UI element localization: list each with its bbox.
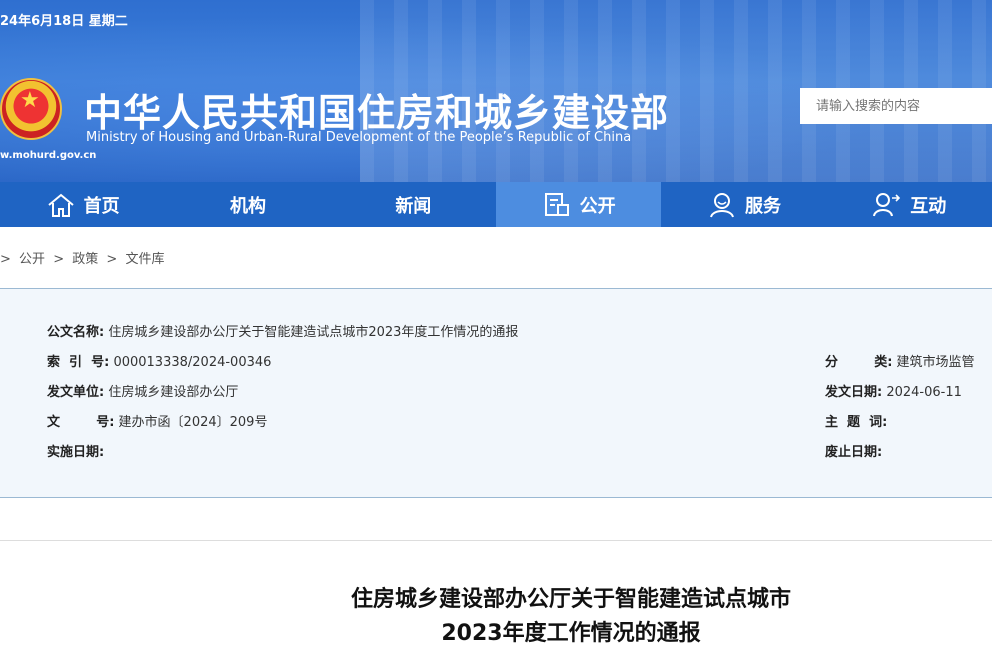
nav-item-home[interactable]: 首页	[0, 182, 165, 227]
site-header: 24年6月18日 星期二 ★ 中华人民共和国住房和城乡建设部 Ministry …	[0, 0, 992, 182]
nav-label-interact: 互动	[910, 195, 947, 217]
search-input[interactable]	[800, 88, 992, 124]
nav-item-service[interactable]: 服务	[661, 182, 826, 227]
nav-label-service: 服务	[744, 195, 781, 217]
breadcrumb-sep: >	[53, 252, 65, 267]
breadcrumb-item-public[interactable]: 公开	[19, 252, 45, 267]
info-label-impl: 实施日期:	[47, 445, 105, 460]
breadcrumb-item-policy[interactable]: 政策	[72, 252, 98, 267]
info-label-expire: 废止日期:	[825, 445, 883, 460]
nav-label-public: 公开	[579, 195, 616, 217]
national-emblem-icon[interactable]: ★	[0, 78, 62, 140]
info-row-unit: 发文单位: 住房城乡建设部办公厅	[47, 381, 238, 400]
current-date: 24年6月18日 星期二	[0, 14, 128, 29]
info-label-subject: 主 题 词:	[825, 415, 888, 430]
info-label-unit: 发文单位:	[47, 385, 105, 400]
info-label-category: 分 类:	[825, 355, 893, 370]
document-title-line2: 2023年度工作情况的通报	[441, 621, 701, 646]
info-label-name: 公文名称:	[47, 325, 105, 340]
home-icon	[48, 193, 74, 217]
info-value-date: 2024-06-11	[886, 385, 962, 400]
info-row-expire: 废止日期:	[825, 441, 882, 460]
document-info-panel: 公文名称: 住房城乡建设部办公厅关于智能建造试点城市2023年度工作情况的通报 …	[0, 288, 992, 498]
info-label-date: 发文日期:	[825, 385, 883, 400]
info-row-date: 发文日期: 2024-06-11	[825, 381, 962, 400]
info-row-impl: 实施日期:	[47, 441, 104, 460]
content-divider	[0, 540, 992, 541]
document-title-line1: 住房城乡建设部办公厅关于智能建造试点城市	[350, 587, 791, 612]
info-row-category: 分 类: 建筑市场监管	[825, 351, 975, 370]
info-value-index: 000013338/2024-00346	[113, 355, 272, 370]
nav-item-interact[interactable]: 互动	[827, 182, 992, 227]
nav-item-news[interactable]: 新闻	[331, 182, 496, 227]
info-row-index: 索 引 号: 000013338/2024-00346	[47, 351, 271, 370]
info-label-index: 索 引 号:	[47, 355, 110, 370]
info-value-unit: 住房城乡建设部办公厅	[108, 385, 239, 400]
nav-item-public[interactable]: 公开	[495, 182, 662, 227]
info-row-subject: 主 题 词:	[825, 411, 887, 430]
nav-label-organization: 机构	[229, 195, 266, 217]
nav-label-news: 新闻	[395, 195, 432, 217]
info-value-docno: 建办市函〔2024〕209号	[118, 415, 268, 430]
info-row-name: 公文名称: 住房城乡建设部办公厅关于智能建造试点城市2023年度工作情况的通报	[47, 321, 518, 340]
breadcrumb-sep: >	[106, 252, 118, 267]
nav-item-organization[interactable]: 机构	[165, 182, 330, 227]
site-url: w.mohurd.gov.cn	[0, 150, 97, 161]
breadcrumb-sep: >	[0, 252, 11, 267]
document-icon	[544, 192, 569, 216]
main-nav: 首页 机构 新闻 公开 服务 互动	[0, 182, 992, 227]
interact-icon	[873, 192, 901, 216]
document-title: 住房城乡建设部办公厅关于智能建造试点城市 2023年度工作情况的通报	[0, 583, 992, 651]
service-icon	[709, 192, 734, 217]
info-value-category: 建筑市场监管	[896, 355, 975, 370]
breadcrumb-item-library[interactable]: 文件库	[125, 252, 164, 267]
site-title-en: Ministry of Housing and Urban-Rural Deve…	[86, 130, 632, 145]
info-row-docno: 文 号: 建办市函〔2024〕209号	[47, 411, 267, 430]
info-value-name: 住房城乡建设部办公厅关于智能建造试点城市2023年度工作情况的通报	[108, 325, 519, 340]
site-title-cn[interactable]: 中华人民共和国住房和城乡建设部	[84, 82, 669, 137]
breadcrumb: > 公开 > 政策 > 文件库	[0, 248, 168, 267]
info-label-docno: 文 号:	[47, 415, 115, 430]
nav-label-home: 首页	[83, 195, 120, 217]
